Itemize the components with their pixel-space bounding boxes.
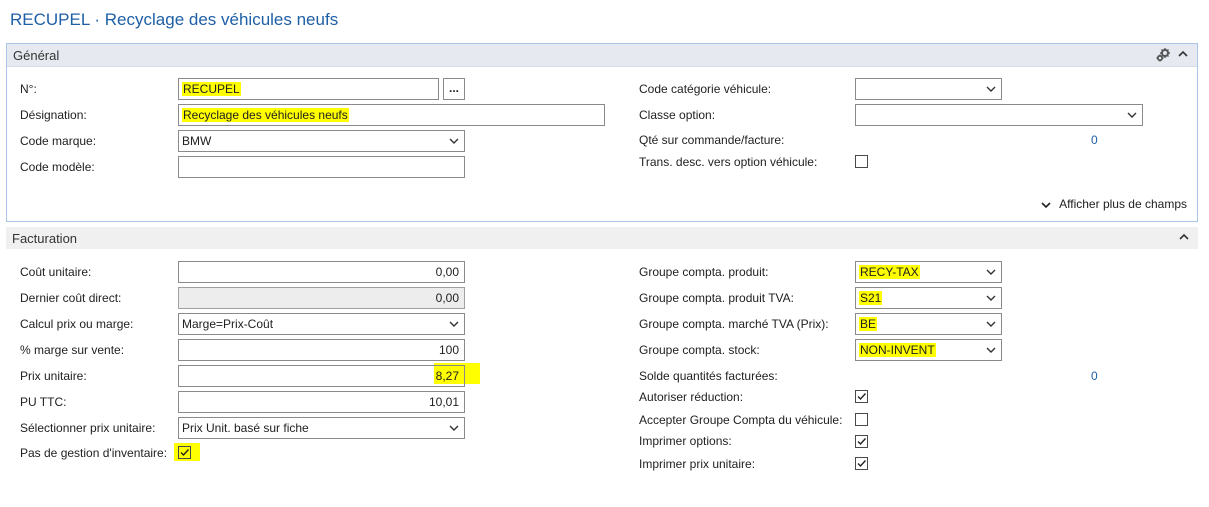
trans-desc-checkbox[interactable] (855, 155, 868, 168)
selection-prix-label: Sélectionner prix unitaire: (20, 421, 156, 435)
show-more-fields-label: Afficher plus de champs (1059, 197, 1187, 211)
code-modele-label: Code modèle: (20, 160, 95, 174)
chevron-down-icon (1127, 112, 1137, 118)
pu-ttc-label: PU TTC: (20, 395, 67, 409)
autoriser-reduction-checkbox[interactable] (855, 390, 868, 403)
pas-gestion-label: Pas de gestion d'inventaire: (20, 446, 168, 460)
chevron-down-icon (986, 295, 996, 301)
code-categorie-label: Code catégorie véhicule: (639, 82, 772, 96)
marge-value: 100 (438, 343, 459, 357)
marge-label: % marge sur vente: (20, 343, 125, 357)
pas-gestion-checkbox[interactable] (178, 446, 191, 459)
autoriser-reduction-label: Autoriser réduction: (639, 390, 744, 404)
checkmark-icon (857, 393, 867, 401)
code-marque-select[interactable]: BMW (178, 130, 465, 152)
section-general-header[interactable]: Général (7, 44, 1197, 67)
gr-produit-value: RECY-TAX (859, 265, 920, 279)
no-value: RECUPEL (182, 82, 241, 96)
no-label: N°: (20, 82, 37, 96)
designation-value: Recyclage des véhicules neufs (182, 108, 349, 122)
dernier-cout-label: Dernier coût direct: (20, 291, 122, 305)
gear-icon[interactable] (1155, 47, 1171, 63)
page-title: RECUPEL · Recyclage des véhicules neufs (10, 10, 339, 29)
cout-unitaire-value: 0,00 (435, 265, 459, 279)
calcul-prix-value: Marge=Prix-Coût (182, 317, 274, 331)
no-lookup-button[interactable]: ... (443, 78, 465, 100)
pu-ttc-field[interactable]: 10,01 (178, 391, 465, 413)
accepter-groupe-label: Accepter Groupe Compta du véhicule: (639, 413, 843, 427)
gr-produit-label: Groupe compta. produit: (639, 265, 769, 279)
imprimer-prix-checkbox[interactable] (855, 457, 868, 470)
gr-stock-label: Groupe compta. stock: (639, 343, 760, 357)
chevron-up-icon[interactable] (1178, 231, 1190, 243)
marge-field[interactable]: 100 (178, 339, 465, 361)
imprimer-prix-label: Imprimer prix unitaire: (639, 457, 756, 471)
gr-produit-tva-select[interactable]: S21 (855, 287, 1002, 309)
gr-marche-tva-select[interactable]: BE (855, 313, 1002, 335)
selection-prix-value: Prix Unit. basé sur fiche (182, 421, 309, 435)
designation-field[interactable]: Recyclage des véhicules neufs (178, 104, 605, 126)
gr-stock-select[interactable]: NON-INVENT (855, 339, 1002, 361)
accepter-groupe-checkbox[interactable] (855, 413, 868, 426)
code-marque-value: BMW (182, 134, 212, 148)
no-field[interactable]: RECUPEL (178, 78, 439, 100)
cout-unitaire-field[interactable]: 0,00 (178, 261, 465, 283)
gr-marche-tva-label: Groupe compta. marché TVA (Prix): (639, 317, 829, 331)
prix-unitaire-label: Prix unitaire: (20, 369, 87, 383)
prix-unitaire-value: 8,27 (435, 369, 459, 383)
prix-unitaire-field[interactable]: 8,27 (178, 365, 465, 387)
code-modele-field[interactable] (178, 156, 465, 178)
chevron-down-icon (1041, 202, 1051, 208)
code-categorie-select[interactable] (855, 78, 1002, 100)
chevron-up-icon[interactable] (1177, 48, 1189, 60)
designation-label: Désignation: (20, 108, 87, 122)
section-general-title: Général (13, 48, 60, 63)
gr-produit-tva-label: Groupe compta. produit TVA: (639, 291, 794, 305)
chevron-down-icon (986, 269, 996, 275)
chevron-down-icon (449, 321, 459, 327)
chevron-down-icon (449, 138, 459, 144)
chevron-down-icon (986, 321, 996, 327)
section-facturation: Facturation (6, 227, 1198, 249)
calcul-prix-select[interactable]: Marge=Prix-Coût (178, 313, 465, 335)
imprimer-options-label: Imprimer options: (639, 434, 732, 448)
gr-produit-tva-value: S21 (859, 291, 883, 305)
checkmark-icon (857, 438, 867, 446)
dernier-cout-value: 0,00 (435, 291, 459, 305)
chevron-down-icon (449, 425, 459, 431)
chevron-down-icon (986, 347, 996, 353)
classe-option-label: Classe option: (639, 108, 716, 122)
show-more-fields-link[interactable]: Afficher plus de champs (1041, 197, 1187, 211)
checkmark-icon (180, 449, 190, 457)
gr-marche-tva-value: BE (859, 317, 878, 331)
solde-qte-value[interactable]: 0 (1091, 369, 1098, 383)
chevron-down-icon (986, 86, 996, 92)
gr-stock-value: NON-INVENT (859, 343, 936, 357)
trans-desc-label: Trans. desc. vers option véhicule: (639, 155, 818, 169)
selection-prix-select[interactable]: Prix Unit. basé sur fiche (178, 417, 465, 439)
cout-unitaire-label: Coût unitaire: (20, 265, 92, 279)
checkmark-icon (857, 460, 867, 468)
calcul-prix-label: Calcul prix ou marge: (20, 317, 134, 331)
dernier-cout-field: 0,00 (178, 287, 465, 309)
section-facturation-header[interactable]: Facturation (6, 227, 1198, 249)
classe-option-select[interactable] (855, 104, 1143, 126)
gr-produit-select[interactable]: RECY-TAX (855, 261, 1002, 283)
code-marque-label: Code marque: (20, 134, 97, 148)
imprimer-options-checkbox[interactable] (855, 435, 868, 448)
pu-ttc-value: 10,01 (428, 395, 459, 409)
qte-commande-label: Qté sur commande/facture: (639, 133, 785, 147)
solde-qte-label: Solde quantités facturées: (639, 369, 778, 383)
section-facturation-title: Facturation (12, 231, 78, 246)
qte-commande-value[interactable]: 0 (1091, 133, 1098, 147)
